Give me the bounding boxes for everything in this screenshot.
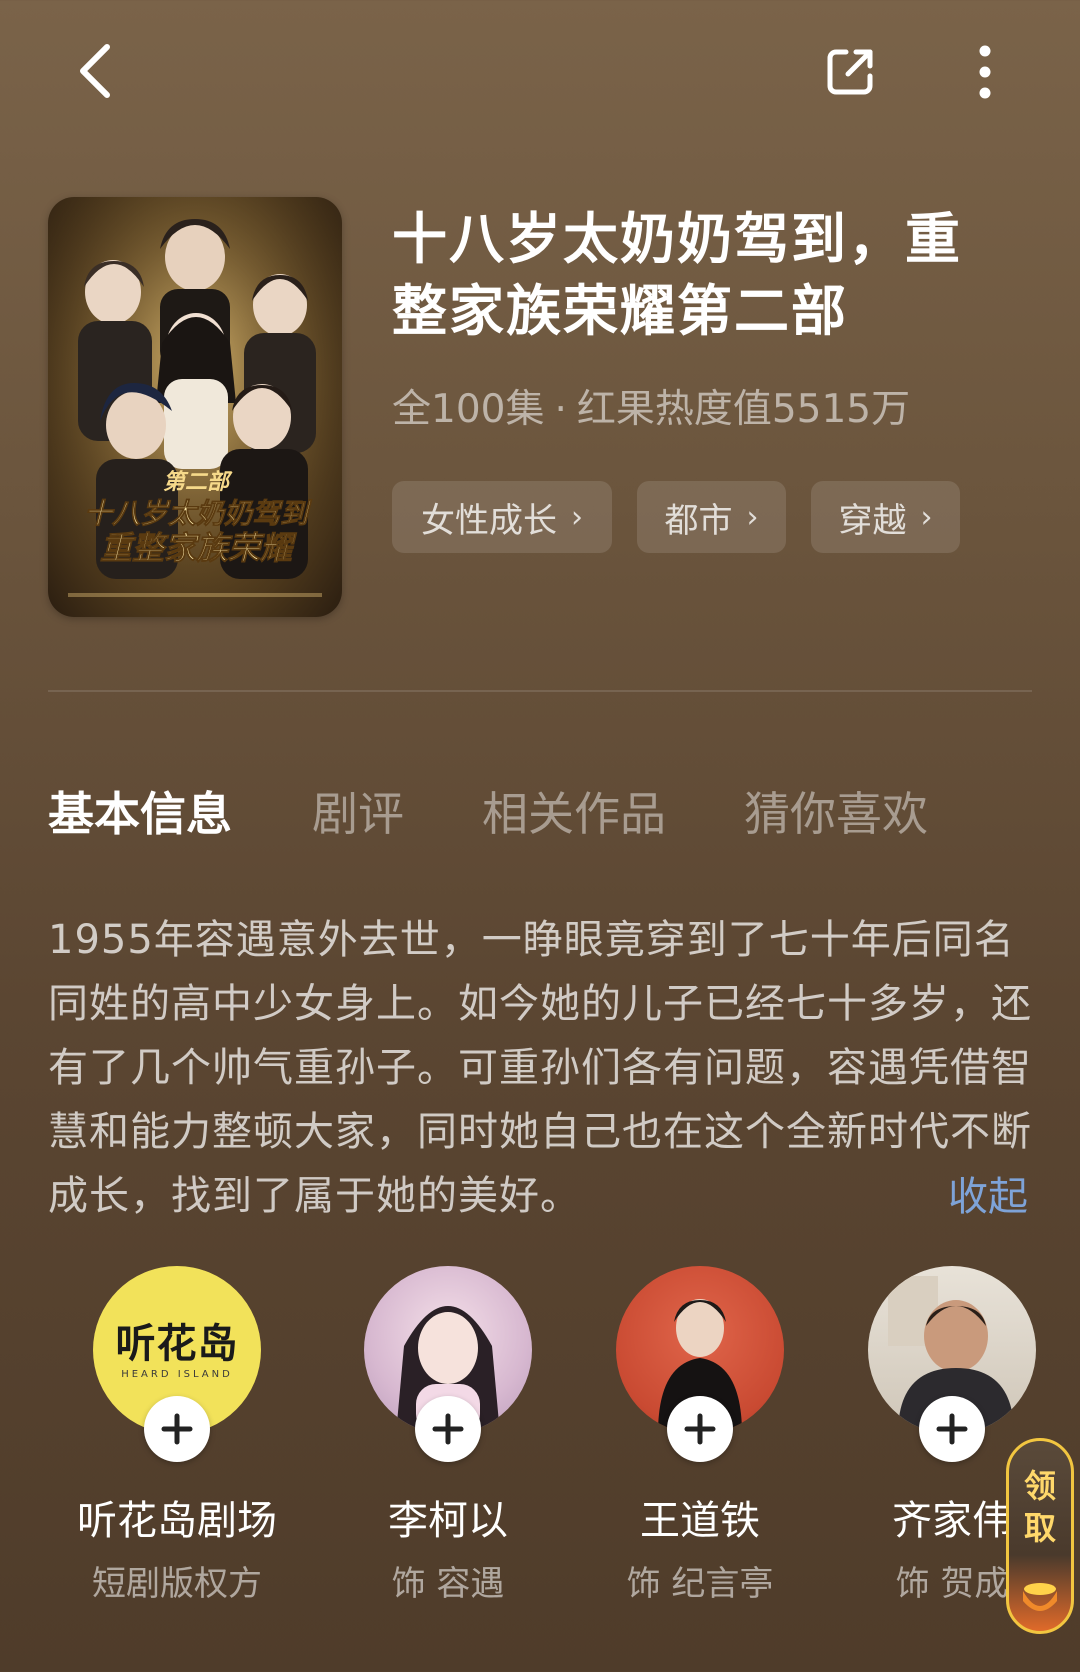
- follow-button[interactable]: [144, 1396, 210, 1462]
- chevron-right-icon: ›: [746, 499, 759, 535]
- cast-name: 听花岛剧场: [77, 1498, 277, 1544]
- tag-time-travel[interactable]: 穿越 ›: [811, 481, 960, 553]
- synopsis-text: 1955年容遇意外去世，一睁眼竟穿到了七十年后同名同姓的高中少女身上。如今她的儿…: [48, 917, 1032, 1219]
- plus-icon: [936, 1413, 968, 1445]
- episode-count: 全100集: [392, 387, 545, 432]
- tag-label: 穿越: [838, 500, 907, 541]
- back-button[interactable]: [60, 36, 130, 106]
- share-button[interactable]: [814, 36, 886, 108]
- follow-button[interactable]: [667, 1396, 733, 1462]
- producer-logo-text: 听花岛: [115, 1320, 239, 1367]
- poster-title-line1: 第二部: [163, 469, 233, 494]
- producer-logo-subtext: HEARD ISLAND: [121, 1368, 233, 1380]
- cast-name: 王道铁: [640, 1498, 760, 1544]
- follow-button[interactable]: [415, 1396, 481, 1462]
- heat-value: 红果热度值5515万: [576, 387, 911, 432]
- drama-title: 十八岁太奶奶驾到，重整家族荣耀第二部: [392, 207, 963, 343]
- poster-title-line3: 重整家族荣耀: [100, 530, 297, 566]
- plus-icon: [432, 1413, 464, 1445]
- share-icon: [827, 49, 873, 95]
- more-vertical-icon: [979, 45, 991, 99]
- tag-label: 女性成长: [421, 500, 557, 541]
- tag-label: 都市: [664, 500, 733, 541]
- cast-name: 李柯以: [388, 1498, 508, 1544]
- tab-recommendations[interactable]: 猜你喜欢: [744, 778, 928, 844]
- section-divider: [48, 690, 1032, 692]
- more-button[interactable]: [950, 36, 1020, 108]
- drama-meta: 全100集 · 红果热度值5515万: [392, 378, 910, 434]
- cast-role: 饰 容遇: [391, 1564, 505, 1604]
- chevron-right-icon: ›: [920, 499, 933, 535]
- follow-button[interactable]: [919, 1396, 985, 1462]
- drama-poster[interactable]: 第二部 十八岁太奶奶驾到 重整家族荣耀: [48, 197, 342, 617]
- coin-pot-icon: [1023, 1583, 1057, 1611]
- plus-icon: [684, 1413, 716, 1445]
- reward-claim-widget[interactable]: 领取: [1006, 1438, 1074, 1634]
- cast-role: 短剧版权方: [92, 1564, 262, 1604]
- cast-role: 饰 纪言亭: [626, 1564, 774, 1604]
- meta-separator: ·: [554, 387, 567, 432]
- tab-reviews[interactable]: 剧评: [312, 778, 404, 844]
- collapse-link[interactable]: 收起: [948, 1164, 1028, 1222]
- back-chevron-icon: [80, 44, 110, 98]
- tab-basic-info[interactable]: 基本信息: [48, 778, 232, 844]
- plus-icon: [161, 1413, 193, 1445]
- tag-urban[interactable]: 都市 ›: [637, 481, 786, 553]
- tag-female-growth[interactable]: 女性成长 ›: [392, 481, 612, 553]
- reward-label: 领取: [1023, 1467, 1056, 1547]
- tab-related-works[interactable]: 相关作品: [482, 778, 666, 844]
- poster-title-line2: 十八岁太奶奶驾到: [84, 498, 312, 530]
- poster-art: 第二部 十八岁太奶奶驾到 重整家族荣耀: [48, 197, 342, 617]
- chevron-right-icon: ›: [571, 499, 583, 535]
